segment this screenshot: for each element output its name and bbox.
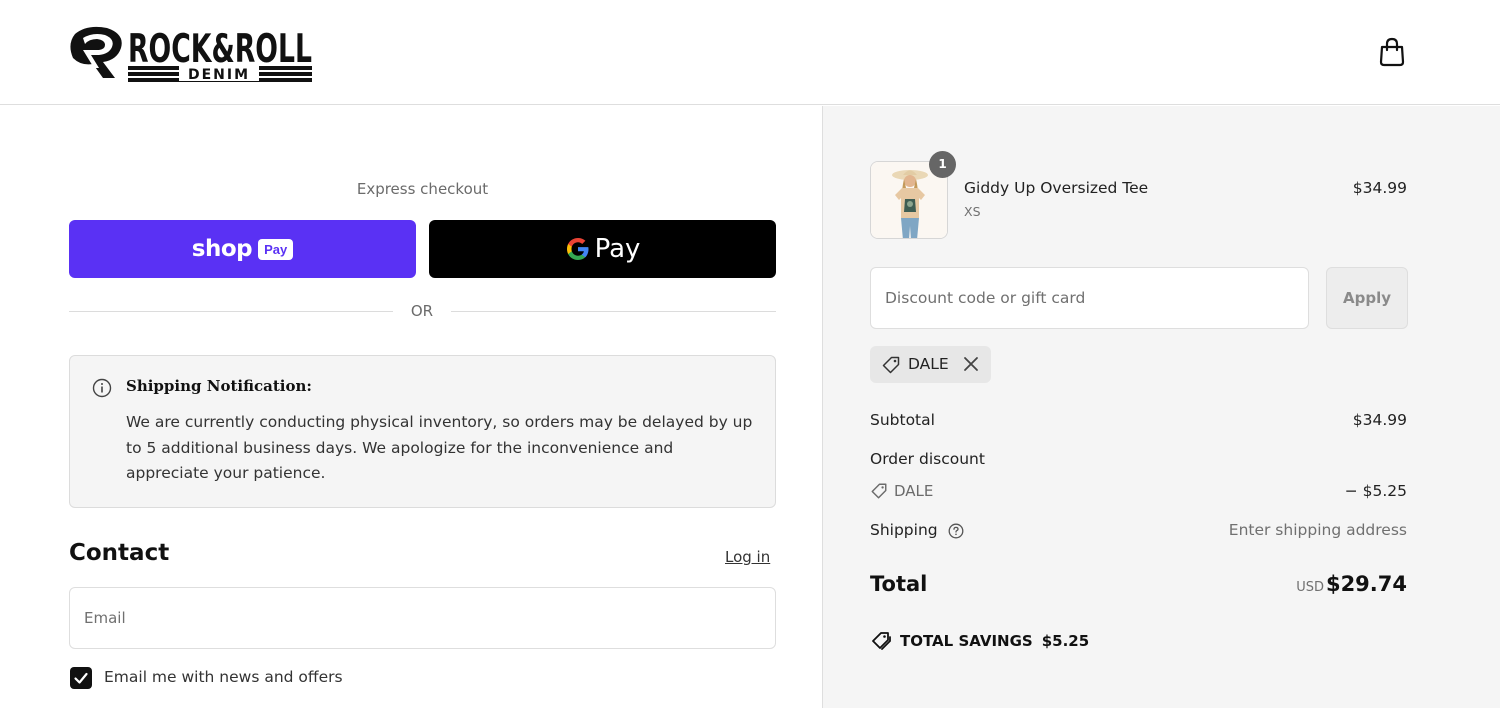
divider-line-right (451, 311, 776, 312)
product-name: Giddy Up Oversized Tee (964, 179, 1149, 197)
newsletter-checkbox[interactable] (70, 667, 92, 689)
shop-pay-badge: Pay (258, 238, 294, 260)
subtotal-value: $34.99 (1352, 411, 1407, 429)
header: ROCK&ROLL DENIM (0, 0, 1500, 105)
total-savings-value: $5.25 (1041, 632, 1090, 650)
checkmark-icon (74, 672, 88, 684)
checkout-main: Express checkout shop Pay Pay OR Shippin… (0, 106, 822, 708)
discount-value: − $5.25 (1344, 482, 1407, 500)
discount-code-label: DALE (894, 482, 934, 500)
discount-code-field[interactable] (870, 267, 1309, 329)
email-field[interactable] (69, 587, 776, 649)
subtotal-label: Subtotal (870, 411, 935, 429)
total-currency: USD (1296, 580, 1324, 595)
log-in-link[interactable]: Log in (725, 548, 770, 566)
product-price: $34.99 (1352, 179, 1407, 197)
divider-line-left (69, 311, 393, 312)
contact-heading: Contact (69, 540, 170, 566)
newsletter-label[interactable]: Email me with news and offers (104, 668, 343, 686)
question-mark-icon[interactable] (948, 523, 964, 539)
express-checkout-label: Express checkout (356, 180, 489, 198)
rock-and-roll-denim-logo[interactable]: ROCK&ROLL DENIM (69, 22, 314, 82)
applied-discount-chip: DALE (870, 346, 991, 383)
notification-title: Shipping Notification: (126, 377, 312, 395)
google-pay-button[interactable]: Pay (429, 220, 776, 278)
apply-discount-button[interactable]: Apply (1326, 267, 1408, 329)
total-savings-label: TOTAL SAVINGS (900, 632, 1033, 650)
google-pay-label: Pay (594, 234, 641, 264)
total-savings: TOTAL SAVINGS $5.25 (870, 630, 1089, 652)
info-icon (92, 378, 112, 398)
total-value: $29.74 (1325, 572, 1407, 596)
shipping-value: Enter shipping address (1228, 521, 1407, 539)
tag-icon (882, 356, 900, 374)
order-summary: 1 Giddy Up Oversized Tee XS $34.99 Apply… (822, 106, 1500, 708)
order-discount-label: Order discount (870, 450, 985, 468)
google-g-icon (566, 238, 589, 260)
shopping-bag-icon[interactable] (1378, 37, 1406, 67)
quantity-badge: 1 (929, 151, 956, 178)
notification-body: We are currently conducting physical inv… (126, 413, 753, 482)
product-variant: XS (964, 204, 981, 219)
discount-code-chip-label: DALE (908, 355, 949, 373)
shop-pay-wordmark: shop (191, 236, 253, 262)
or-label: OR (410, 302, 434, 320)
tag-icon (871, 483, 887, 499)
tags-icon (872, 632, 891, 650)
svg-text:DENIM: DENIM (188, 67, 250, 82)
shop-pay-button[interactable]: shop Pay (69, 220, 416, 278)
total-label: Total (870, 572, 928, 596)
discount-code-row: DALE (870, 482, 933, 500)
shipping-notification: Shipping Notification: We are currently … (69, 355, 776, 508)
or-divider: OR (69, 302, 776, 322)
remove-discount-icon[interactable] (962, 355, 980, 373)
shipping-label: Shipping (870, 521, 938, 539)
